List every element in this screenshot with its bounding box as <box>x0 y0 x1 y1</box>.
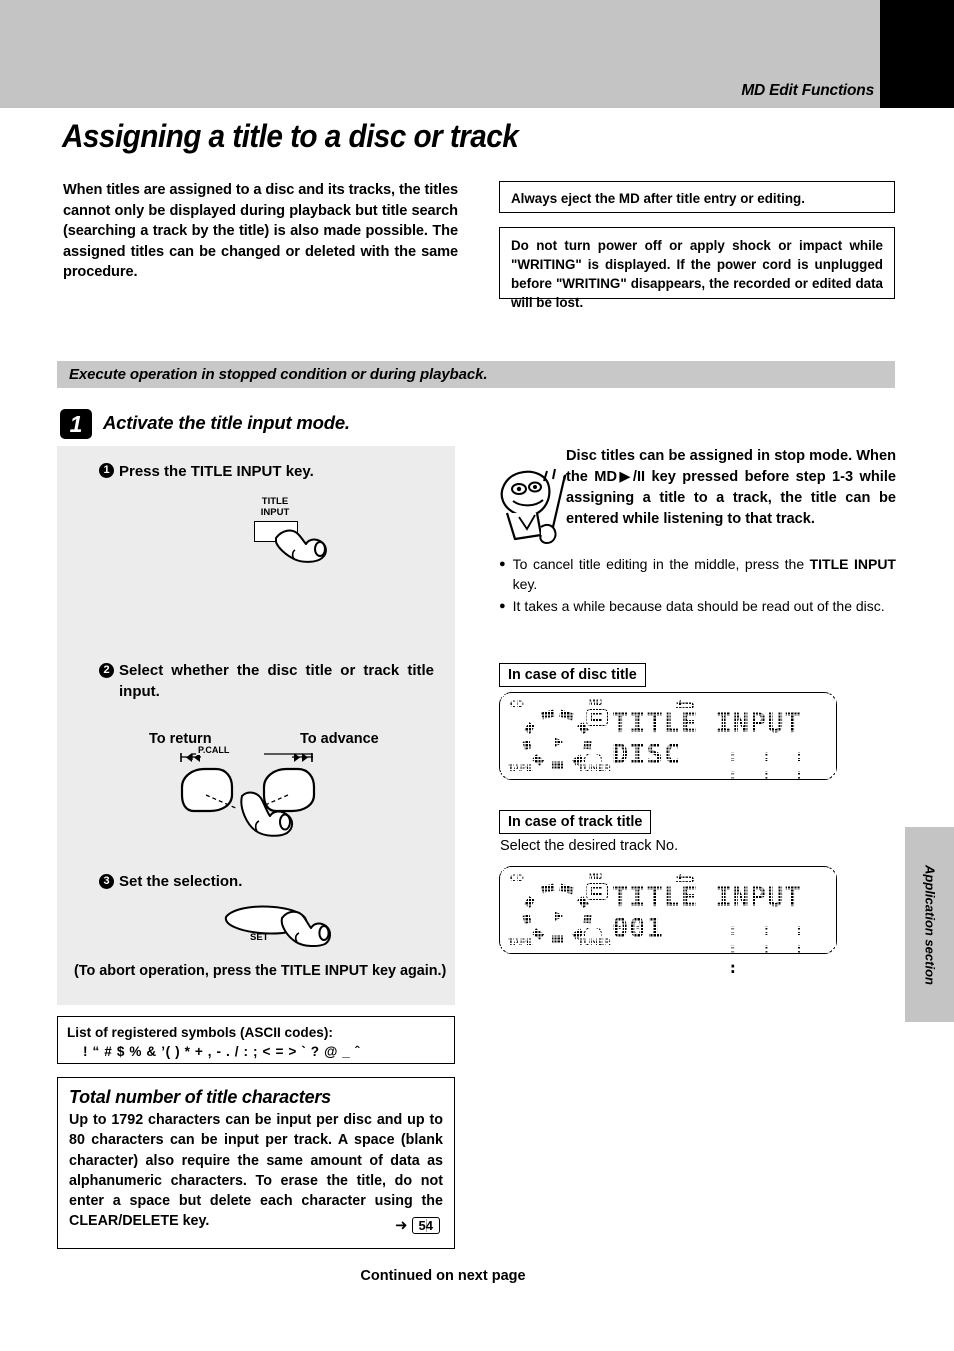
play-indicator-icon <box>555 911 563 921</box>
total-characters-box: Total number of title characters Up to 1… <box>57 1077 455 1249</box>
substep-2-marker: 2 <box>99 663 114 678</box>
substep-3-text: Set the selection. <box>119 873 243 890</box>
arrow-right-icon: ➜ <box>394 1217 408 1234</box>
bullet-text: It takes a while because data should be … <box>512 598 885 614</box>
bullet-text: To cancel title editing in the middle, p… <box>512 556 896 592</box>
lcd-line-2: 001 <box>612 913 664 944</box>
note-box-eject: Always eject the MD after title entry or… <box>499 181 895 213</box>
side-tab-application-section: Application section <box>905 827 954 1022</box>
note-box-writing-warning: Do not turn power off or apply shock or … <box>499 227 895 310</box>
tip-bullet-list: ● To cancel title editing in the middle,… <box>499 554 896 618</box>
list-item: ● To cancel title editing in the middle,… <box>499 554 896 594</box>
section-name: MD Edit Functions <box>741 82 874 99</box>
lcd-display-disc: CD TAPE MD TUNER TITLE INPUT DISC : : : … <box>499 692 837 784</box>
abort-operation-note: (To abort operation, press the TITLE INP… <box>74 963 447 979</box>
execute-condition-bar: Execute operation in stopped condition o… <box>57 361 895 388</box>
lcd-trailing-dots: : : : : : : : <box>728 920 812 977</box>
bullet-dot-icon: ● <box>499 558 506 570</box>
page-reference[interactable]: ➜ 54 <box>395 1217 440 1234</box>
lcd-line-1: TITLE INPUT <box>612 882 802 913</box>
to-advance-label: To advance <box>300 731 379 747</box>
key-label-line1: TITLE <box>261 496 289 507</box>
ascii-symbols-box: List of registered symbols (ASCII codes)… <box>57 1016 455 1064</box>
tip-paragraph: Disc titles can be assigned in stop mode… <box>566 448 896 527</box>
total-characters-text: Up to 1792 characters can be input per d… <box>69 1112 443 1230</box>
select-track-note: Select the desired track No. <box>500 838 679 854</box>
bullet-dot-icon: ● <box>499 600 506 612</box>
lcd-line-2: DISC <box>612 739 682 770</box>
substep-3-marker: 3 <box>99 874 114 889</box>
step-number-badge: 1 <box>60 409 92 439</box>
lcd-line-1: TITLE INPUT <box>612 708 802 739</box>
substep-2-text: Select whether the disc title or track t… <box>119 662 434 700</box>
pointing-hand-icon-1 <box>275 529 327 563</box>
footer-continued: Continued on next page <box>360 1268 526 1284</box>
set-key-label: SET <box>250 932 269 943</box>
page-number-tab: 51 <box>880 0 954 108</box>
total-characters-title: Total number of title characters <box>69 1087 331 1107</box>
page-reference-number: 54 <box>411 1217 440 1234</box>
step-heading: Activate the title input mode. <box>103 412 350 433</box>
title-input-key-label: TITLE INPUT <box>253 496 297 518</box>
page-title: Assigning a title to a disc or track <box>62 118 519 154</box>
mascot-character-icon <box>500 468 567 545</box>
side-tab-label: Application section <box>922 864 937 985</box>
pointing-hand-icon-2 <box>240 791 294 837</box>
play-indicator-icon <box>555 737 563 747</box>
substep-1-marker: 1 <box>99 463 114 478</box>
intro-paragraph: When titles are assigned to a disc and i… <box>63 182 458 281</box>
pointing-hand-icon-3 <box>280 910 331 948</box>
case-label-disc-title: In case of disc title <box>499 663 646 687</box>
ascii-symbols-list: ! “ # $ % & ’( ) * + , - . / : ; < = > `… <box>83 1044 360 1059</box>
substep-1-text: Press the TITLE INPUT key. <box>119 463 314 480</box>
ascii-box-title: List of registered symbols (ASCII codes)… <box>67 1025 333 1040</box>
lcd-display-track: CD TAPE MD TUNER TITLE INPUT 001 : : : :… <box>499 866 837 977</box>
lcd-trailing-dots: : : : : : : <box>728 746 812 784</box>
list-item: ● It takes a while because data should b… <box>499 596 896 616</box>
case-label-track-title: In case of track title <box>499 810 652 834</box>
pcall-label: P.CALL <box>196 745 232 755</box>
